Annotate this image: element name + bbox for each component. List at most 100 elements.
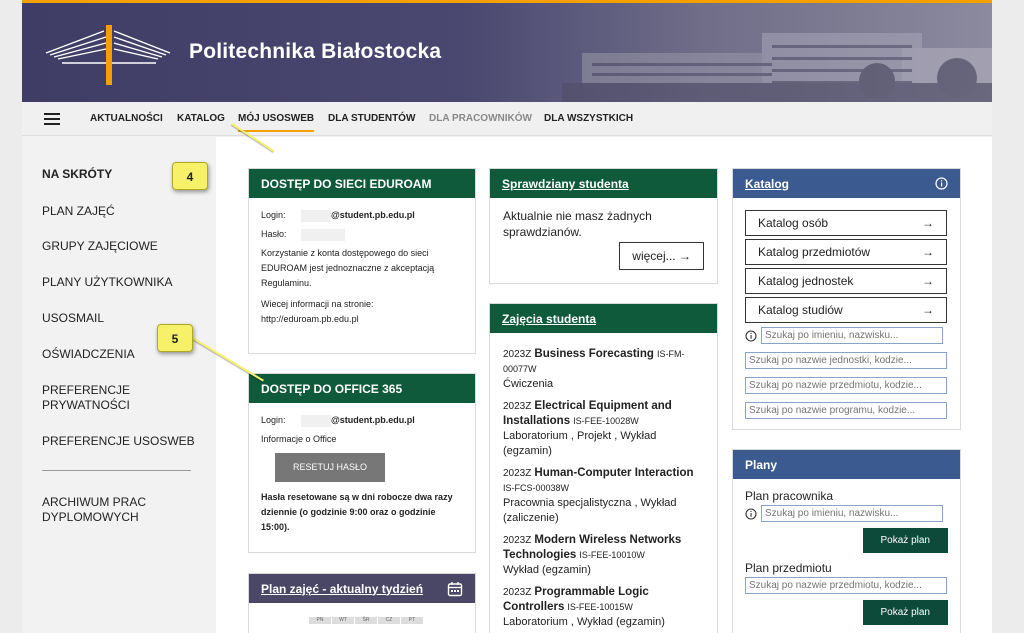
class-code: IS-FEE-10010W [579,550,645,560]
show-course-plan-button[interactable]: Pokaż plan [862,600,948,625]
class-types: Ćwiczenia [503,378,554,390]
tests-card: Sprawdziany studenta Aktualnie nie masz … [489,168,718,284]
list-item[interactable]: 2023Z Electrical Equipment and Installat… [503,399,704,459]
office-title: DOSTĘP DO OFFICE 365 [249,374,475,403]
office-login-label: Login: [261,415,286,425]
sidebar-item-archiwum[interactable]: ARCHIWUM PRAC DYPLOMOWYCH [42,495,172,525]
class-types: Pracownia specjalistyczna , Wykład (zali… [503,497,677,524]
class-types: Laboratorium , Projekt , Wykład (egzamin… [503,430,657,457]
class-name: Business Forecasting [534,348,654,360]
login-masked [301,209,331,222]
list-item[interactable]: 2023Z Business Forecasting IS-FM-00077W … [503,347,704,392]
office-note: Hasła resetowane są w dni robocze dwa ra… [261,492,453,532]
menu-icon[interactable] [44,113,60,125]
info-icon [745,508,757,520]
arrow-right-icon: → [922,216,934,230]
class-code: IS-FCS-00038W [503,483,570,493]
plans-title: Plany [733,450,960,479]
tests-title[interactable]: Sprawdziany studenta [502,177,629,191]
eduroam-title: DOSTĘP DO SIECI EDUROAM [249,169,475,198]
catalog-card: Katalog Katalog osób → Katalog przedmiotó… [732,168,961,430]
class-term: 2023Z [503,587,532,598]
sidebar: NA SKRÓTY PLAN ZAJĘĆ GRUPY ZAJĘCIOWE PLA… [22,137,216,633]
nav-dla-studentow[interactable]: DLA STUDENTÓW [328,113,415,124]
header-banner: Politechnika Białostocka [22,3,992,102]
catalog-studies-label: Katalog studiów [758,303,843,317]
building-image [562,33,992,102]
sidebar-item-grupy-zajeciowe[interactable]: GRUPY ZAJĘCIOWE [42,239,158,254]
list-item[interactable]: 2023Z Human-Computer Interaction IS-FCS-… [503,466,704,526]
search-people-input[interactable] [761,327,943,344]
catalog-units-label: Katalog jednostek [758,274,854,288]
class-term: 2023Z [503,401,532,412]
show-employee-plan-button[interactable]: Pokaż plan [862,528,948,553]
employee-plan-input[interactable] [761,505,943,522]
password-masked [301,228,345,241]
university-logo [45,25,171,85]
class-term: 2023Z [503,535,532,546]
page: Politechnika Białostocka AKTUALNOŚCI KAT… [22,0,992,633]
sidebar-item-plany-uzytkownika[interactable]: PLANY UŻYTKOWNIKA [42,275,172,290]
course-plan-label: Plan przedmiotu [745,561,832,575]
eduroam-card: DOSTĘP DO SIECI EDUROAM Login: @student.p… [248,168,476,354]
annotation-badge-5: 5 [157,324,193,352]
catalog-people-button[interactable]: Katalog osób → [745,210,947,236]
class-code: IS-FEE-10015W [567,602,633,612]
sidebar-item-usosmail[interactable]: USOSMAIL [42,311,104,326]
class-types: Laboratorium , Wykład (egzamin) [503,616,665,628]
class-code: IS-FEE-10028W [573,416,639,426]
day-wt: WT [332,617,354,624]
main-content: DOSTĘP DO SIECI EDUROAM Login: @student.p… [216,137,992,633]
eduroam-info: Korzystanie z konta dostępowego do sieci… [261,248,435,288]
office-login-domain: @student.pb.edu.pl [331,415,415,425]
arrow-right-icon: → [922,274,934,288]
arrow-right-icon: → [922,303,934,317]
info-icon [745,330,757,342]
list-item[interactable]: 2023Z Modern Wireless Networks Technolog… [503,533,704,578]
info-icon[interactable] [935,177,948,190]
search-units-input[interactable] [745,352,947,369]
eduroam-more: Wiecej informacji na stronie: http://edu… [261,299,374,324]
catalog-courses-button[interactable]: Katalog przedmiotów → [745,239,947,265]
sidebar-item-plan-zajec[interactable]: PLAN ZAJĘĆ [42,204,115,219]
arrow-right-icon: → [922,245,934,259]
search-programs-input[interactable] [745,402,947,419]
course-plan-input[interactable] [745,577,947,594]
nav-dla-wszystkich[interactable]: DLA WSZYSTKICH [544,113,633,124]
nav-katalog[interactable]: KATALOG [177,113,225,124]
classes-card: Zajęcia studenta 2023Z Business Forecast… [489,303,718,633]
password-label: Hasło: [261,229,287,239]
catalog-title[interactable]: Katalog [745,177,789,191]
reset-password-button[interactable]: RESETUJ HASŁO [275,453,386,482]
day-pn: PN [309,617,331,624]
login-domain: @student.pb.edu.pl [331,210,415,220]
day-sr: ŚR [355,617,377,624]
search-courses-input[interactable] [745,377,947,394]
brand-title[interactable]: Politechnika Białostocka [189,40,441,64]
sidebar-item-oswiadczenia[interactable]: OŚWIADCZENIA [42,347,135,362]
day-cz: CZ [378,617,400,624]
list-item[interactable]: 2023Z Programmable Logic Controllers IS-… [503,585,704,630]
nav-moj-usosweb[interactable]: MÓJ USOSWEB [238,113,315,132]
schedule-card: Plan zajęć - aktualny tydzień PN WT ŚR C… [248,573,476,633]
office-login-masked [301,414,331,427]
catalog-units-button[interactable]: Katalog jednostek → [745,268,947,294]
schedule-title[interactable]: Plan zajęć - aktualny tydzień [261,582,423,596]
login-label: Login: [261,210,286,220]
catalog-people-label: Katalog osób [758,216,829,230]
sidebar-item-preferencje-prywatnosci[interactable]: PREFERENCJE PRYWATNOŚCI [42,383,172,413]
catalog-studies-button[interactable]: Katalog studiów → [745,297,947,323]
class-types: Wykład (egzamin) [503,564,591,576]
employee-plan-label: Plan pracownika [745,489,834,503]
more-tests-button[interactable]: więcej... → [619,242,704,270]
classes-title[interactable]: Zajęcia studenta [502,312,596,326]
nav-dla-pracownikow[interactable]: DLA PRACOWNIKÓW [429,113,532,124]
sidebar-item-preferencje-usosweb[interactable]: PREFERENCJE USOSWEB [42,434,195,449]
calendar-icon[interactable] [447,581,463,597]
sidebar-item-na-skroty[interactable]: NA SKRÓTY [42,167,112,182]
sidebar-divider [42,470,191,471]
office-card: DOSTĘP DO OFFICE 365 Login: @student.pb.e… [248,373,476,553]
arrow-right-icon: → [679,249,691,263]
nav-aktualnosci[interactable]: AKTUALNOŚCI [90,113,163,124]
class-term: 2023Z [503,468,532,479]
